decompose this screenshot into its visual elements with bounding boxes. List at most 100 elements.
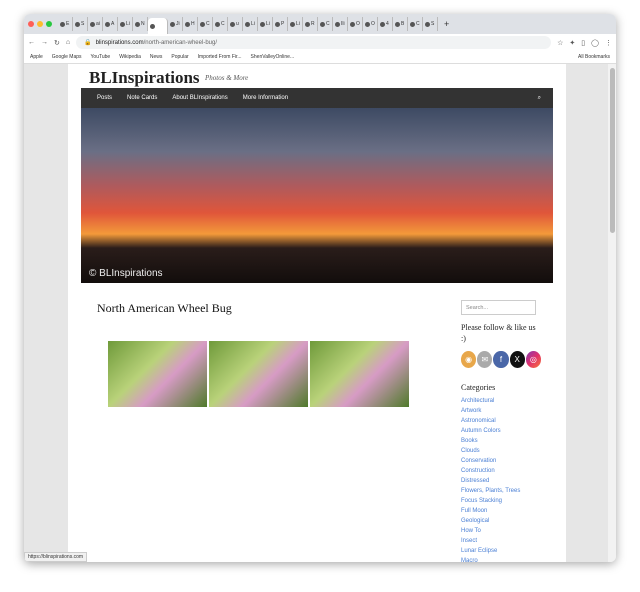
back-icon[interactable]: ← — [28, 39, 35, 46]
browser-tab[interactable]: Li — [258, 17, 273, 31]
category-link[interactable]: Construction — [461, 468, 541, 478]
category-link[interactable]: Insect — [461, 538, 541, 548]
browser-tab[interactable]: N — [133, 17, 148, 31]
scrollbar[interactable] — [608, 64, 616, 562]
tab-label: S — [431, 21, 435, 27]
tab-label: ai — [96, 21, 100, 27]
tab-label: Li — [251, 21, 255, 27]
browser-tab[interactable]: 4 — [378, 17, 393, 31]
nav-about[interactable]: About BLInspirations — [172, 95, 227, 101]
category-link[interactable]: Clouds — [461, 448, 541, 458]
email-icon[interactable]: ✉ — [477, 351, 493, 368]
category-link[interactable]: Books — [461, 438, 541, 448]
facebook-icon[interactable]: f — [493, 351, 509, 368]
home-icon[interactable]: ⌂ — [66, 39, 70, 46]
browser-tab[interactable]: R — [303, 17, 318, 31]
bookmark-item[interactable]: YouTube — [91, 54, 111, 60]
site-title[interactable]: BLInspirations — [89, 68, 200, 88]
new-tab-button[interactable]: + — [444, 19, 449, 29]
category-link[interactable]: Focus Stacking — [461, 498, 541, 508]
tab-label: Li — [266, 21, 270, 27]
favicon-icon — [275, 21, 280, 27]
bookmark-star-icon[interactable]: ☆ — [557, 39, 563, 47]
close-window-button[interactable] — [28, 21, 34, 27]
bookmark-item[interactable]: Imported From Fir... — [198, 54, 242, 60]
nav-more-information[interactable]: More Information — [243, 95, 288, 101]
browser-tab[interactable]: C — [408, 17, 423, 31]
category-link[interactable]: How To — [461, 528, 541, 538]
bookmark-item[interactable]: ShenValleyOnline... — [251, 54, 295, 60]
browser-tab[interactable]: O — [348, 17, 363, 31]
tab-label: C — [416, 21, 420, 27]
browser-tab[interactable]: Ili — [333, 17, 348, 31]
browser-tab[interactable]: C — [318, 17, 333, 31]
gallery-image[interactable] — [310, 341, 409, 407]
browser-tab[interactable] — [148, 18, 168, 34]
category-link[interactable]: Macro — [461, 558, 541, 562]
nav-note-cards[interactable]: Note Cards — [127, 95, 157, 101]
gallery-image[interactable] — [209, 341, 308, 407]
profile-avatar[interactable]: ◯ — [591, 39, 599, 47]
browser-tab[interactable]: Li — [243, 17, 258, 31]
rss-icon[interactable]: ◉ — [461, 351, 477, 368]
tab-label: S — [81, 21, 85, 27]
tab-label: Ili — [341, 21, 345, 27]
favicon-icon — [170, 21, 175, 27]
menu-icon[interactable]: ⋮ — [605, 39, 612, 47]
browser-tab[interactable]: Ji — [168, 17, 183, 31]
forward-icon[interactable]: → — [41, 39, 48, 46]
browser-toolbar: ← → ↻ ⌂ 🔒 blinspirations.com/north-americ… — [24, 34, 616, 51]
browser-tab[interactable]: H — [183, 17, 198, 31]
sidepanel-icon[interactable]: ▯ — [581, 39, 585, 47]
browser-tab[interactable]: E — [58, 17, 73, 31]
category-link[interactable]: Architectural — [461, 398, 541, 408]
browser-tab[interactable]: C — [213, 17, 228, 31]
favicon-icon — [305, 21, 310, 27]
browser-tab[interactable]: S — [73, 17, 88, 31]
all-bookmarks[interactable]: All Bookmarks — [578, 54, 610, 60]
browser-tab[interactable]: C — [198, 17, 213, 31]
x-icon[interactable]: X — [509, 351, 525, 368]
category-link[interactable]: Astronomical — [461, 418, 541, 428]
sidebar-search-input[interactable]: Search... — [461, 300, 536, 315]
gallery-image[interactable] — [108, 341, 207, 407]
favicon-icon — [425, 21, 430, 27]
address-bar[interactable]: 🔒 blinspirations.com/north-american-wheel… — [76, 36, 552, 49]
extensions-icon[interactable]: ✦ — [569, 39, 575, 47]
browser-tab[interactable]: Li — [288, 17, 303, 31]
category-link[interactable]: Artwork — [461, 408, 541, 418]
bookmark-item[interactable]: Apple — [30, 54, 43, 60]
bookmark-item[interactable]: Google Maps — [52, 54, 82, 60]
browser-tab[interactable]: B — [393, 17, 408, 31]
browser-tab[interactable]: O — [363, 17, 378, 31]
instagram-icon[interactable]: ◎ — [525, 351, 542, 368]
category-link[interactable]: Lunar Eclipse — [461, 548, 541, 558]
favicon-icon — [365, 21, 370, 27]
browser-tab[interactable]: S — [423, 17, 438, 31]
bookmark-item[interactable]: News — [150, 54, 163, 60]
minimize-window-button[interactable] — [37, 21, 43, 27]
category-link[interactable]: Autumn Colors — [461, 428, 541, 438]
browser-tab[interactable]: P — [273, 17, 288, 31]
scrollbar-thumb[interactable] — [610, 68, 615, 233]
category-link[interactable]: Full Moon — [461, 508, 541, 518]
browser-tab[interactable]: ai — [88, 17, 103, 31]
search-icon[interactable]: ⌕ — [538, 95, 541, 102]
maximize-window-button[interactable] — [46, 21, 52, 27]
reload-icon[interactable]: ↻ — [54, 39, 60, 47]
category-link[interactable]: Distressed — [461, 478, 541, 488]
nav-posts[interactable]: Posts — [97, 95, 112, 101]
tab-label: Li — [296, 21, 300, 27]
favicon-icon — [410, 21, 415, 27]
social-icons: ◉ ✉ f X ◎ — [461, 351, 542, 368]
browser-tab[interactable]: A — [103, 17, 118, 31]
bookmark-item[interactable]: Wikipedia — [119, 54, 141, 60]
category-link[interactable]: Flowers, Plants, Trees — [461, 488, 541, 498]
category-link[interactable]: Conservation — [461, 458, 541, 468]
browser-tab[interactable]: u — [228, 17, 243, 31]
bookmark-item[interactable]: Popular — [171, 54, 188, 60]
photo-gallery — [108, 341, 409, 407]
lock-icon: 🔒 — [84, 40, 92, 46]
browser-tab[interactable]: Li — [118, 17, 133, 31]
category-link[interactable]: Geological — [461, 518, 541, 528]
